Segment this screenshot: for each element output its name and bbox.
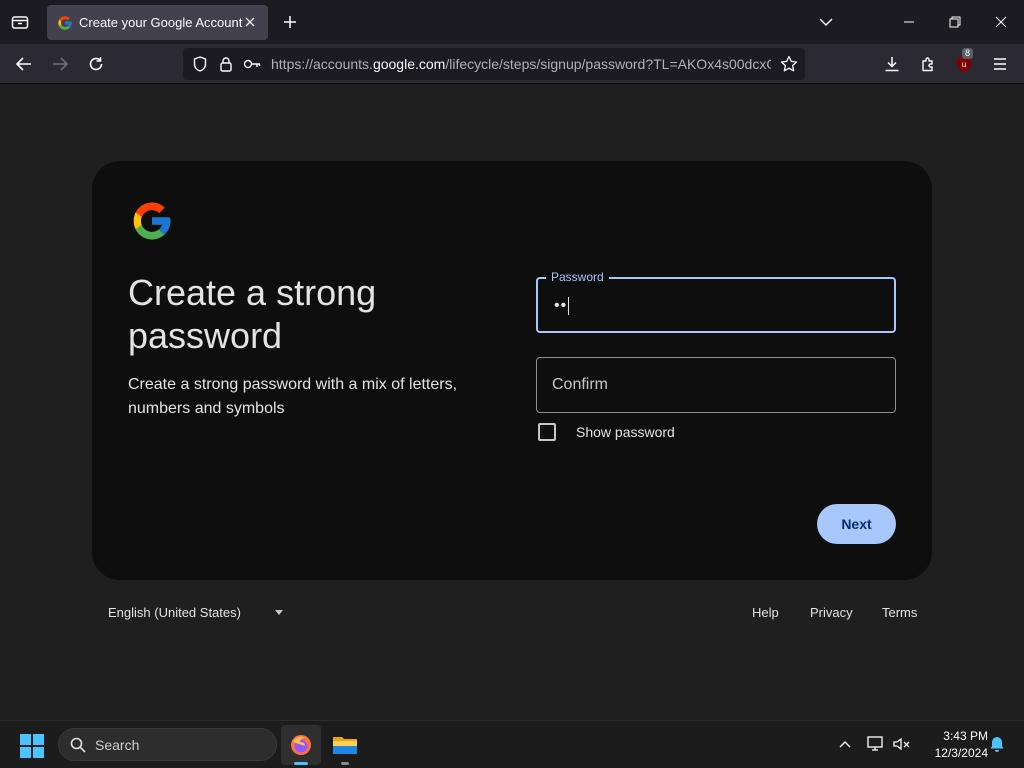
minimize-icon[interactable]: [894, 8, 924, 36]
caret-down-icon: [274, 610, 283, 615]
show-password-label[interactable]: Show password: [576, 424, 675, 440]
start-tile: [33, 734, 44, 745]
password-field[interactable]: Password ••: [536, 270, 896, 333]
windows-start-icon[interactable]: [20, 734, 44, 758]
notification-bell-icon[interactable]: [985, 731, 1009, 757]
page-content: Create a strong password Create a strong…: [0, 85, 1024, 720]
volume-muted-icon[interactable]: [890, 731, 914, 757]
shield-icon[interactable]: [191, 55, 209, 73]
password-value: ••: [554, 297, 570, 315]
nav-bar: https://accounts.google.com/lifecycle/st…: [0, 44, 1024, 84]
page-subtitle: Create a strong password with a mix of l…: [128, 376, 458, 417]
chevron-up-icon[interactable]: [833, 731, 857, 757]
firefox-taskbar-icon[interactable]: [281, 725, 321, 765]
clock-time: 3:43 PM: [943, 729, 988, 743]
url-domain: google.com: [372, 56, 446, 72]
forward-icon[interactable]: [46, 50, 74, 78]
back-icon[interactable]: [10, 50, 38, 78]
password-dots: ••: [554, 297, 568, 315]
confirm-input[interactable]: [537, 358, 895, 412]
language-selector[interactable]: English (United States): [108, 605, 283, 620]
taskbar-search[interactable]: Search: [58, 728, 277, 761]
signup-card: Create a strong password Create a strong…: [92, 161, 932, 580]
chevron-down-icon[interactable]: [814, 10, 838, 34]
download-icon[interactable]: [878, 50, 906, 78]
file-explorer-icon[interactable]: [325, 725, 365, 765]
extensions-icon[interactable]: [914, 50, 942, 78]
start-tile: [20, 747, 31, 758]
active-tab[interactable]: Create your Google Account: [47, 5, 268, 40]
extension-badge: 8: [962, 48, 974, 59]
help-link[interactable]: Help: [752, 605, 779, 620]
key-icon[interactable]: [243, 55, 261, 73]
confirm-field[interactable]: [536, 357, 896, 413]
svg-text:u: u: [962, 60, 966, 69]
plus-icon[interactable]: [278, 10, 302, 34]
url-prefix: https://accounts.: [271, 56, 373, 72]
text-caret: [568, 297, 570, 315]
clock-date: 12/3/2024: [934, 746, 988, 760]
google-g-icon: [57, 15, 73, 31]
next-button[interactable]: Next: [817, 504, 896, 544]
reload-icon[interactable]: [82, 50, 110, 78]
show-password-toggle[interactable]: Show password: [538, 423, 675, 441]
network-icon[interactable]: [864, 731, 888, 757]
language-label: English (United States): [108, 605, 241, 620]
running-indicator: [341, 762, 349, 765]
tab-strip: Create your Google Account: [0, 0, 1024, 44]
terms-link[interactable]: Terms: [882, 605, 917, 620]
url-text: https://accounts.google.com/lifecycle/st…: [271, 56, 771, 72]
taskbar: Search 3:43 PM 12/3/2024: [0, 720, 1024, 768]
show-password-checkbox[interactable]: [538, 423, 556, 441]
tab-list-icon[interactable]: [6, 8, 34, 36]
lock-icon[interactable]: [217, 55, 235, 73]
close-icon[interactable]: [242, 14, 258, 30]
start-tile: [20, 734, 31, 745]
url-path: /lifecycle/steps/signup/password?TL=AKOx…: [445, 56, 771, 72]
menu-icon[interactable]: [986, 50, 1014, 78]
google-logo-icon: [130, 199, 174, 243]
password-label: Password: [546, 270, 609, 284]
restore-icon[interactable]: [940, 8, 970, 36]
system-clock[interactable]: 3:43 PM 12/3/2024: [918, 728, 988, 762]
privacy-link[interactable]: Privacy: [810, 605, 853, 620]
page-footer: English (United States) Help Privacy Ter…: [0, 605, 1024, 625]
star-icon[interactable]: [779, 54, 799, 74]
start-tile: [33, 747, 44, 758]
search-icon: [69, 736, 87, 754]
active-indicator: [294, 762, 308, 765]
search-label: Search: [95, 736, 140, 753]
url-bar[interactable]: https://accounts.google.com/lifecycle/st…: [183, 48, 805, 80]
page-title: Create a strong password: [128, 272, 377, 356]
window-close-icon[interactable]: [986, 8, 1016, 36]
tab-title: Create your Google Account: [79, 15, 243, 30]
